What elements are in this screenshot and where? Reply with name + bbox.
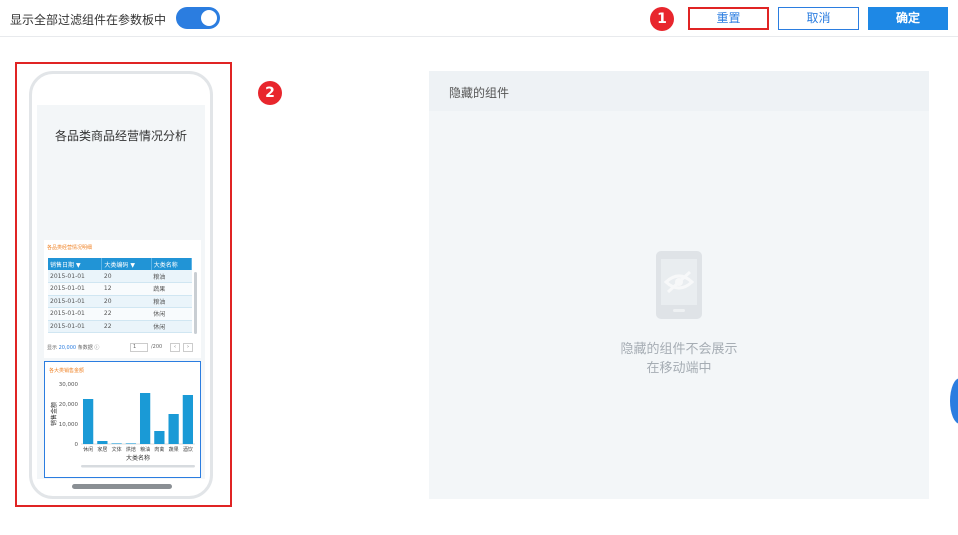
table-row: 2015-01-01 12 蔬果 (48, 282, 192, 296)
y-tick-label: 10,000 (59, 422, 79, 428)
bar (182, 395, 194, 444)
y-tick-label: 30,000 (59, 382, 79, 388)
phone-preview: 各品类商品经营情况分析 各品类经营情况明细 销售日期 ▼ 大类编码 ▼ 大类名称… (29, 71, 213, 499)
table-row: 2015-01-01 22 休闲 (48, 320, 192, 333)
page-input[interactable]: 1 (130, 343, 148, 352)
x-tick-label: 文体 (112, 446, 122, 453)
side-drawer-handle[interactable] (950, 378, 958, 424)
panel-header: 隐藏的组件 (429, 71, 929, 111)
cancel-button[interactable]: 取消 (778, 7, 859, 30)
phone-screen: 各品类商品经营情况分析 各品类经营情况明细 销售日期 ▼ 大类编码 ▼ 大类名称… (37, 105, 205, 479)
pager-total: 显示 20,000 条数据 ⓘ (47, 345, 100, 351)
bar (139, 393, 151, 444)
toggle-label: 显示全部过滤组件在参数板中 (10, 13, 167, 27)
x-tick-label: 休闲 (83, 446, 93, 453)
bar (168, 414, 179, 444)
table-pager: 显示 20,000 条数据 ⓘ 1 /200 ‹ › (47, 343, 199, 353)
top-toolbar: 显示全部过滤组件在参数板中 重置 取消 确定 (0, 0, 958, 37)
x-tick-label: 酒饮 (183, 446, 193, 453)
sort-down-icon[interactable]: ▼ (76, 262, 81, 269)
bar-chart: 30,000 20,000 10,000 0 销售金额休闲 家居 文体 烘焙 粮油 肉禽 蔬果 酒饮大… (50, 382, 195, 468)
x-axis-label: 大类名称 (126, 454, 150, 462)
page-root: 显示全部过滤组件在参数板中 重置 取消 确定 1 2 各品类商品经营情况分析 各… (0, 0, 958, 535)
x-tick-label: 肉禽 (154, 446, 164, 453)
x-tick-label: 家居 (97, 446, 107, 453)
annotation-marker-2: 2 (258, 81, 282, 105)
x-tick-label: 烘焙 (126, 446, 136, 453)
bar (82, 399, 94, 444)
empty-text-line2: 在移动端中 (646, 361, 712, 376)
toggle-knob (201, 10, 217, 26)
column-header[interactable]: 大类名称 (151, 258, 193, 270)
hidden-phone-icon (656, 251, 702, 319)
chart-card-title: 各大类销售金额 (49, 368, 85, 374)
y-tick-label: 20,000 (59, 402, 79, 408)
table-scrollbar[interactable] (194, 272, 197, 334)
hidden-components-panel: 隐藏的组件 隐藏的组件不会展示 在移动端中 (429, 71, 929, 499)
column-header[interactable]: 销售日期 ▼ (48, 258, 103, 270)
next-page-button[interactable]: › (183, 343, 193, 352)
page-count: /200 (151, 344, 163, 350)
bar (125, 443, 137, 444)
bar (111, 443, 122, 444)
reset-button[interactable]: 重置 (688, 7, 769, 30)
table-row: 2015-01-01 20 粮油 (48, 270, 192, 283)
bar (97, 441, 108, 444)
prev-page-button[interactable]: ‹ (170, 343, 180, 352)
annotation-marker-1: 1 (650, 7, 674, 31)
chart-scrollbar (81, 465, 195, 468)
sort-down-icon[interactable]: ▼ (130, 262, 135, 269)
detail-table-card[interactable]: 各品类经营情况明细 销售日期 ▼ 大类编码 ▼ 大类名称 2015-01-01 2… (44, 240, 201, 358)
y-axis-label: 销售金额 (50, 402, 58, 426)
info-icon: ⓘ (94, 345, 100, 351)
y-tick-label: 0 (75, 442, 79, 448)
show-filters-toggle[interactable] (176, 7, 220, 29)
bar-chart-card[interactable]: 各大类销售金额 30,000 20,000 10,000 0 销售金额休闲 家居 文体 烘焙粮… (44, 361, 201, 478)
column-header[interactable]: 大类编码 ▼ (101, 258, 152, 270)
table-row: 2015-01-01 20 粮油 (48, 295, 192, 308)
x-tick-label: 蔬果 (169, 446, 179, 453)
panel-title: 隐藏的组件 (449, 86, 510, 100)
x-tick-label: 粮油 (140, 446, 150, 453)
ok-button[interactable]: 确定 (868, 7, 948, 30)
bar (154, 431, 165, 444)
empty-text-line1: 隐藏的组件不会展示 (620, 342, 738, 357)
report-title: 各品类商品经营情况分析 (54, 129, 187, 143)
table-row: 2015-01-01 22 休闲 (48, 307, 192, 321)
detail-table: 销售日期 ▼ 大类编码 ▼ 大类名称 2015-01-01 20 粮油 2015-0… (48, 258, 193, 333)
home-indicator (72, 484, 172, 489)
table-card-title: 各品类经营情况明细 (47, 245, 93, 251)
